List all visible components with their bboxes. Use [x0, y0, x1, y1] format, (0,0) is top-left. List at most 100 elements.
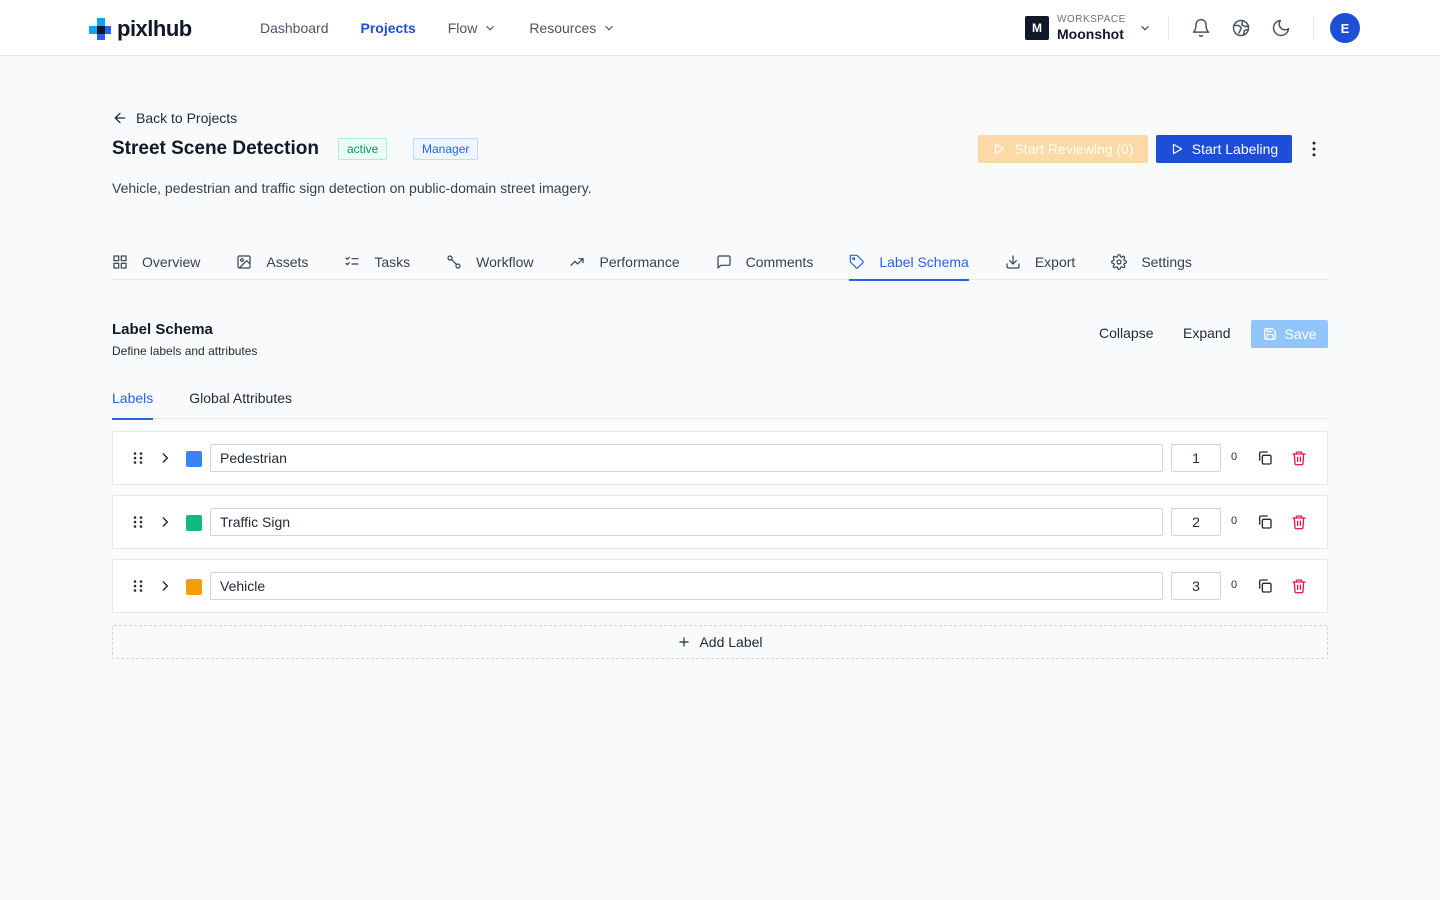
label-name-input[interactable] [210, 572, 1163, 600]
label-id-input[interactable] [1171, 572, 1221, 600]
top-navbar: pixlhub Dashboard Projects Flow Resource… [0, 0, 1440, 56]
expand-button[interactable]: Expand [1183, 325, 1230, 341]
image-icon [237, 255, 251, 269]
grid-icon [113, 255, 127, 269]
pixlhub-logo-icon [89, 18, 111, 40]
add-label-text: Add Label [699, 634, 763, 650]
checklist-icon [345, 256, 359, 266]
nav-projects-label: Projects [360, 20, 416, 36]
app-logo[interactable]: pixlhub [87, 16, 192, 42]
plus-icon [679, 637, 690, 647]
schema-subtabs: Labels Global Attributes [112, 380, 1328, 420]
subtab-labels[interactable]: Labels [112, 380, 154, 420]
workspace-badge: M [1025, 16, 1049, 40]
save-button[interactable]: Save [1251, 320, 1328, 348]
comment-icon [717, 255, 731, 269]
role-badge: Manager [413, 138, 479, 160]
trash-icon[interactable] [1291, 578, 1307, 594]
tab-export-label: Export [1034, 254, 1076, 270]
chevron-right-icon[interactable] [158, 451, 172, 465]
main-nav: Dashboard Projects Flow Resources [260, 0, 648, 56]
nav-flow-label: Flow [447, 20, 478, 36]
start-reviewing-button[interactable]: Start Reviewing (0) [978, 135, 1148, 163]
nav-resources[interactable]: Resources [529, 20, 616, 36]
save-icon [1263, 328, 1276, 340]
start-labeling-label: Start Labeling [1191, 141, 1279, 157]
label-name-input[interactable] [210, 508, 1163, 536]
workspace-name: Moonshot [1057, 26, 1124, 42]
drag-handle-icon[interactable] [131, 451, 145, 465]
page-title: Street Scene Detection [112, 138, 319, 159]
workspace-switcher[interactable]: M WORKSPACE Moonshot [1025, 14, 1152, 42]
nav-projects[interactable]: Projects [361, 20, 416, 36]
save-label: Save [1284, 326, 1317, 342]
label-id-input[interactable] [1171, 444, 1221, 472]
label-color-swatch[interactable] [186, 451, 202, 467]
label-name-input[interactable] [210, 444, 1163, 472]
tab-workflow[interactable]: Workflow [446, 244, 533, 280]
divider [1313, 16, 1314, 40]
workflow-icon [447, 255, 461, 269]
status-badge: active [338, 138, 388, 160]
subtab-global-attributes[interactable]: Global Attributes [189, 380, 292, 419]
tab-overview-label: Overview [142, 254, 201, 270]
user-avatar[interactable]: E [1330, 13, 1360, 43]
copy-icon[interactable] [1257, 514, 1273, 530]
trash-icon[interactable] [1291, 514, 1307, 530]
project-description: Vehicle, pedestrian and traffic sign det… [112, 180, 592, 196]
label-row: 0 [112, 559, 1328, 613]
copy-icon[interactable] [1257, 450, 1273, 466]
gear-icon [1111, 254, 1128, 270]
project-tabs: Overview Assets Tasks Workflow Performan… [112, 244, 1328, 281]
section-subtitle: Define labels and attributes [112, 344, 258, 358]
nav-flow[interactable]: Flow [448, 20, 498, 36]
start-labeling-button[interactable]: Start Labeling [1156, 135, 1292, 163]
label-attribute-count: 0 [1231, 579, 1238, 591]
drag-handle-icon[interactable] [131, 579, 145, 593]
nav-dashboard-label: Dashboard [260, 20, 329, 36]
back-to-projects-link[interactable]: Back to Projects [112, 110, 237, 126]
tab-performance[interactable]: Performance [569, 244, 680, 280]
tab-export[interactable]: Export [1005, 244, 1075, 280]
chevron-right-icon[interactable] [158, 515, 172, 529]
tab-overview[interactable]: Overview [112, 244, 200, 280]
copy-icon[interactable] [1257, 578, 1273, 594]
start-reviewing-label: Start Reviewing (0) [1014, 141, 1134, 157]
help-globe-icon[interactable] [1231, 18, 1251, 38]
tab-settings[interactable]: Settings [1111, 244, 1192, 280]
tab-assets[interactable]: Assets [236, 244, 308, 280]
tab-comments[interactable]: Comments [716, 244, 813, 280]
label-attribute-count: 0 [1231, 515, 1238, 527]
play-icon [995, 143, 1005, 155]
divider [1168, 16, 1169, 40]
label-list: 0 0 0 [112, 431, 1328, 623]
label-color-swatch[interactable] [186, 579, 202, 595]
bell-icon[interactable] [1191, 18, 1211, 38]
tab-tasks[interactable]: Tasks [344, 244, 410, 280]
tag-icon [850, 254, 865, 269]
drag-handle-icon[interactable] [131, 515, 145, 529]
label-id-input[interactable] [1171, 508, 1221, 536]
tab-tasks-label: Tasks [374, 254, 411, 270]
label-row: 0 [112, 431, 1328, 485]
nav-resources-label: Resources [529, 20, 597, 36]
moon-icon[interactable] [1271, 18, 1291, 38]
collapse-button[interactable]: Collapse [1099, 325, 1153, 341]
trash-icon[interactable] [1291, 450, 1307, 466]
tab-label-schema[interactable]: Label Schema [849, 244, 969, 281]
chevron-down-icon [486, 25, 495, 31]
tab-workflow-label: Workflow [476, 254, 534, 270]
label-color-swatch[interactable] [186, 515, 202, 531]
add-label-button[interactable]: Add Label [112, 625, 1328, 659]
chevron-down-icon [1140, 25, 1149, 31]
chevron-down-icon [605, 25, 614, 31]
label-row: 0 [112, 495, 1328, 549]
more-vertical-icon[interactable] [1304, 139, 1324, 159]
nav-dashboard[interactable]: Dashboard [260, 20, 329, 36]
chevron-right-icon[interactable] [158, 579, 172, 593]
play-icon [1172, 143, 1183, 155]
tab-settings-label: Settings [1141, 254, 1192, 270]
arrow-left-icon [114, 112, 126, 124]
download-icon [1006, 255, 1020, 269]
tab-performance-label: Performance [599, 254, 680, 270]
